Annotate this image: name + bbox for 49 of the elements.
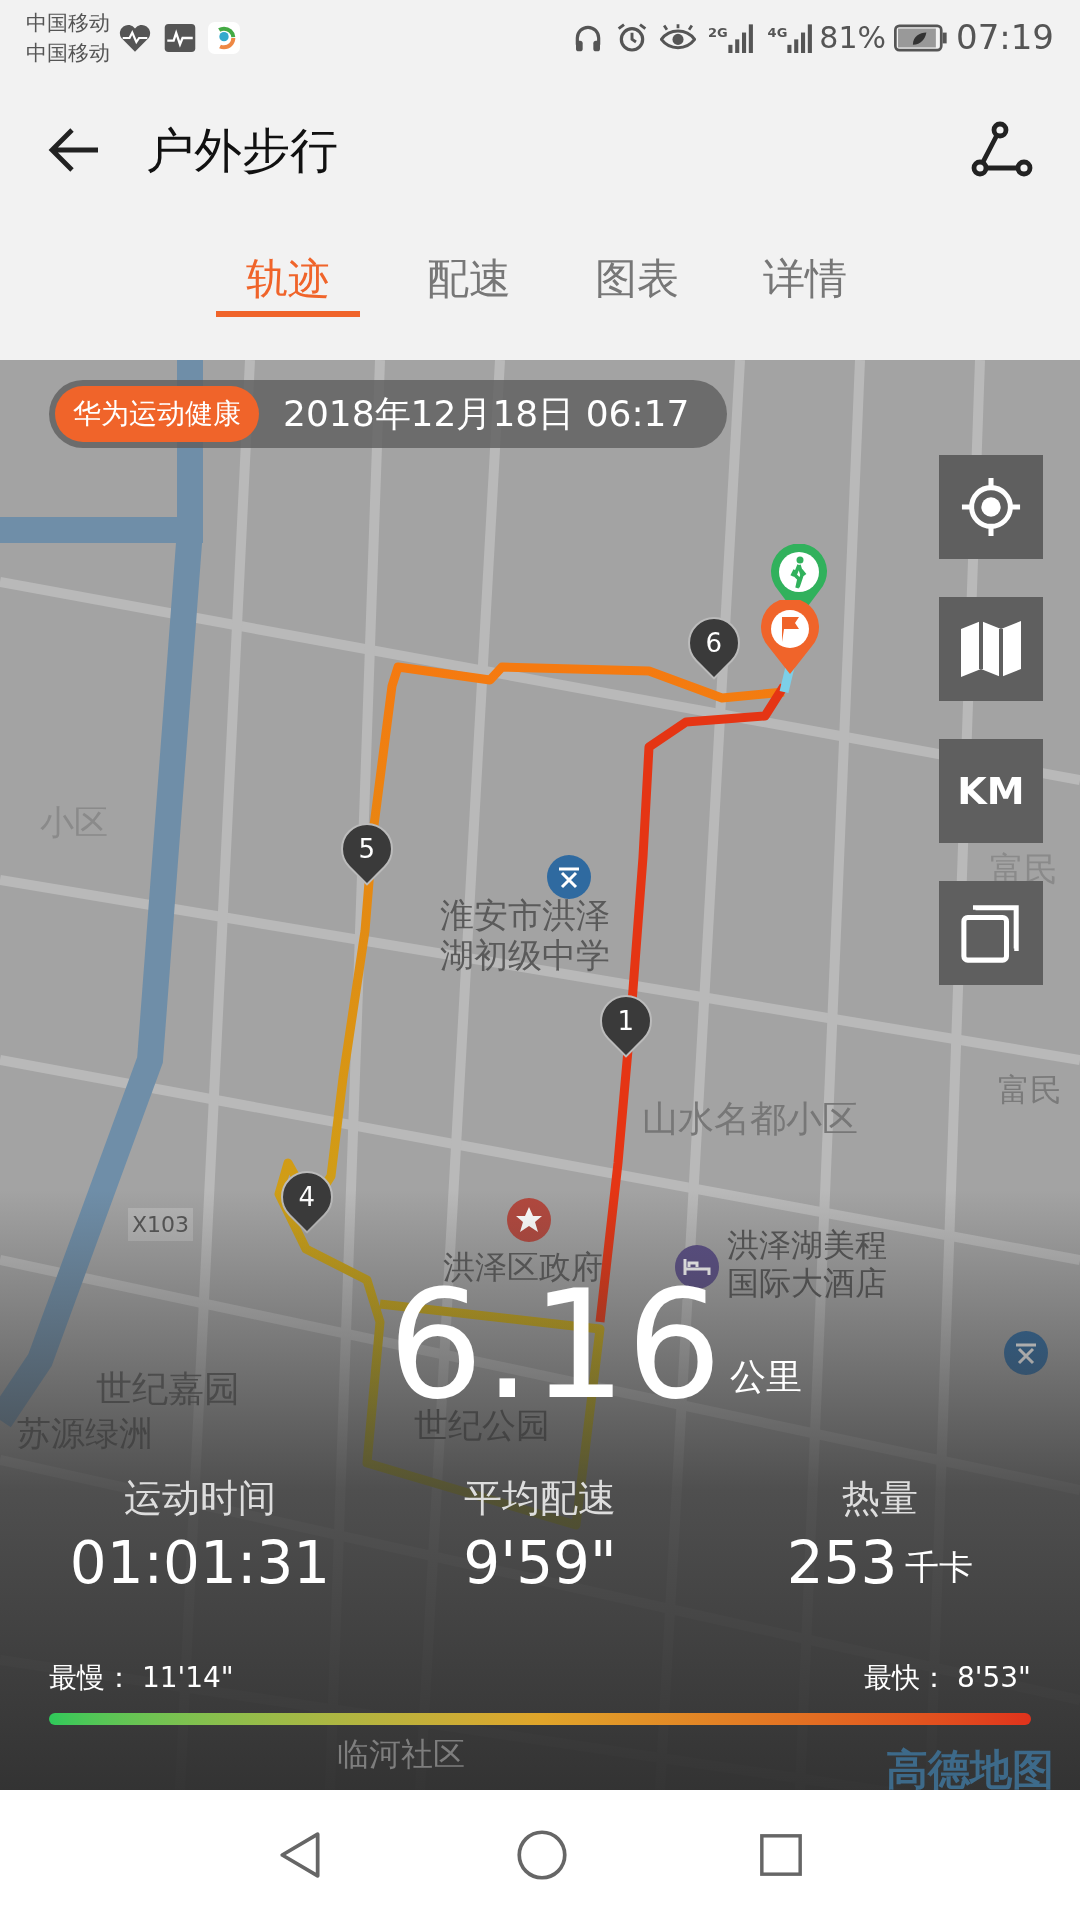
tab[interactable]: 详情	[746, 245, 864, 317]
battery-icon	[894, 23, 948, 52]
map-type-button[interactable]	[939, 597, 1043, 701]
slowest-pace: 最慢： 11'14"	[49, 1660, 234, 1696]
carrier-label: 中国移动	[26, 9, 110, 37]
stat-label: 平均配速	[464, 1475, 616, 1522]
source-badge: 华为运动健康	[55, 386, 259, 442]
school-icon	[547, 855, 591, 899]
battery-percent: 81%	[819, 19, 886, 57]
map-place-label: 湖初级中学	[440, 935, 610, 975]
network-type-label: 2G	[707, 23, 728, 42]
stat-label: 热量	[842, 1475, 918, 1522]
clock: 07:19	[956, 16, 1054, 59]
recents-nav-icon[interactable]	[758, 1832, 804, 1878]
workout-date: 2018年12月18日 06:17	[283, 392, 690, 436]
stat-label: 运动时间	[124, 1475, 276, 1522]
map-provider-logo: 高德地图	[886, 1744, 1054, 1790]
map-place-label: 国际大酒店	[727, 1264, 887, 1302]
locate-icon	[960, 476, 1022, 538]
start-pin-icon	[760, 600, 820, 674]
route-icon[interactable]	[970, 121, 1034, 179]
tab[interactable]: 图表	[578, 245, 696, 317]
app-logo-icon	[208, 21, 240, 54]
alarm-icon	[615, 21, 648, 54]
locate-button[interactable]	[939, 455, 1043, 559]
carrier-label: 中国移动	[26, 39, 110, 67]
tab[interactable]: 轨迹	[216, 245, 360, 317]
distance-unit: 公里	[730, 1355, 802, 1399]
heart-rate-icon	[118, 22, 152, 53]
fastest-pace: 最快： 8'53"	[864, 1660, 1031, 1696]
activity-icon	[164, 23, 196, 52]
government-icon	[507, 1198, 551, 1242]
stat-value: 01:01:31	[69, 1528, 331, 1599]
unit-button[interactable]: KM	[939, 739, 1043, 843]
page-title: 户外步行	[146, 121, 338, 180]
school-icon	[1004, 1331, 1048, 1375]
network-type-label: 4G	[767, 23, 788, 42]
map-place-label: 洪泽湖美程	[727, 1226, 887, 1264]
stat-unit: 千卡	[905, 1546, 974, 1589]
map-place-label: X103	[128, 1208, 194, 1241]
signal-icon	[727, 22, 756, 53]
tab[interactable]: 配速	[410, 245, 528, 317]
map-place-label: 淮安市洪泽	[440, 895, 610, 935]
map-icon	[959, 618, 1023, 680]
map-place-label: 临河社区	[337, 1734, 465, 1775]
layers-icon	[960, 902, 1022, 964]
stat-value: 253	[786, 1528, 898, 1599]
home-nav-icon[interactable]	[516, 1829, 568, 1881]
stat-value: 9'59"	[463, 1528, 617, 1599]
